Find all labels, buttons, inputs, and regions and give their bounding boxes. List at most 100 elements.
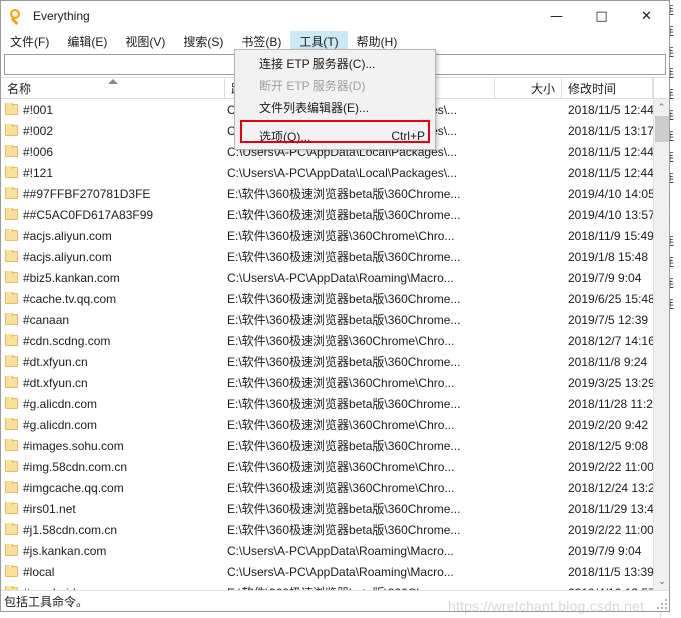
screen: #cdn.scdng.com 连连连连连连连连连CC连连连连 Everythin… <box>0 0 681 618</box>
table-row[interactable]: ##C5AC0FD617A83F99 E:\软件\360极速浏览器beta版\36… <box>1 204 653 225</box>
column-header-date[interactable]: 修改时间 <box>562 78 653 98</box>
table-row[interactable]: #dt.xfyun.cn E:\软件\360极速浏览器\360Chrome\Chr… <box>1 372 653 393</box>
maximize-button[interactable]: □ <box>579 1 624 31</box>
table-row[interactable]: #j1.58cdn.com.cn E:\软件\360极速浏览器beta版\360C… <box>1 519 653 540</box>
table-row[interactable]: #dt.xfyun.cn E:\软件\360极速浏览器beta版\360Chrom… <box>1 351 653 372</box>
file-name-label: #images.sohu.com <box>23 438 124 453</box>
cell-date: 2018/11/29 13:42 <box>568 501 653 516</box>
resize-grip[interactable] <box>657 599 667 609</box>
table-row[interactable]: #img.58cdn.com.cn E:\软件\360极速浏览器\360Chrom… <box>1 456 653 477</box>
menu-disconnect-etp-server-label: 断开 ETP 服务器(D) <box>259 78 366 93</box>
scroll-up-icon[interactable]: ⌃ <box>654 99 670 116</box>
cell-date: 2019/2/22 11:00 <box>568 522 653 537</box>
column-header-size[interactable]: 大小 <box>495 78 562 98</box>
cell-date: 2018/11/5 12:44 <box>568 144 653 159</box>
cell-path: E:\软件\360极速浏览器\360Chrome\Chro... <box>227 460 455 474</box>
table-row[interactable]: ##97FFBF270781D3FE E:\软件\360极速浏览器beta版\36… <box>1 183 653 204</box>
folder-icon <box>5 333 18 346</box>
file-name-label: #acjs.aliyun.com <box>23 228 112 243</box>
cell-path: C:\Users\A-PC\AppData\Roaming\Macro... <box>227 543 454 558</box>
file-name-label: #dt.xfyun.cn <box>23 354 88 369</box>
menu-connect-etp-server[interactable]: 连接 ETP 服务器(C)... <box>235 52 435 74</box>
cell-path: E:\软件\360极速浏览器beta版\360Chrome... <box>227 397 461 411</box>
table-row[interactable]: #!121 C:\Users\A-PC\AppData\Local\Package… <box>1 162 653 183</box>
cell-name: #!006 <box>1 144 225 159</box>
folder-icon <box>5 102 18 115</box>
cell-date: 2018/11/28 11:21 <box>568 396 653 411</box>
title-bar: Everything — □ ✕ <box>1 1 669 31</box>
cell-path: C:\Users\A-PC\AppData\Roaming\Macro... <box>227 564 454 579</box>
table-row[interactable]: #imgcache.qq.com E:\软件\360极速浏览器\360Chrome… <box>1 477 653 498</box>
cell-name: #j1.58cdn.com.cn <box>1 522 225 537</box>
tools-dropdown-menu[interactable]: 连接 ETP 服务器(C)... 断开 ETP 服务器(D) 文件列表编辑器(E).… <box>234 49 436 150</box>
table-row[interactable]: #g.alicdn.com E:\软件\360极速浏览器\360Chrome\Ch… <box>1 414 653 435</box>
file-name-label: #g.alicdn.com <box>23 417 98 432</box>
menu-connect-etp-server-label: 连接 ETP 服务器(C)... <box>259 56 376 71</box>
cell-date: 2018/12/7 14:16 <box>568 333 653 348</box>
file-name-label: #canaan <box>23 312 70 327</box>
table-row[interactable]: #cdn.scdng.com E:\软件\360极速浏览器\360Chrome\C… <box>1 330 653 351</box>
table-row[interactable]: #pan.baidu.comE:\软件\360极速浏览器beta版\360Chr… <box>1 582 653 590</box>
file-name-label: #biz5.kankan.com <box>23 270 120 285</box>
table-row[interactable]: #js.kankan.com C:\Users\A-PC\AppData\Roam… <box>1 540 653 561</box>
cell-date: 2018/11/9 15:49 <box>568 228 653 243</box>
menu-search[interactable]: 搜索(S) <box>174 31 232 52</box>
cell-path: E:\软件\360极速浏览器\360Chrome\Chro... <box>227 229 455 243</box>
table-row[interactable]: #biz5.kankan.com C:\Users\A-PC\AppData\Ro… <box>1 267 653 288</box>
table-row[interactable]: #canaan E:\软件\360极速浏览器beta版\360Chrome... 2… <box>1 309 653 330</box>
file-list: #!001 C:\Users\A-PC\AppData\Local\Package… <box>1 99 669 590</box>
magnifier-icon <box>10 8 26 25</box>
folder-icon <box>5 438 18 451</box>
cell-name: #irs01.net <box>1 501 225 516</box>
menu-edit[interactable]: 编辑(E) <box>58 31 116 52</box>
sort-ascending-icon <box>107 79 118 84</box>
menu-options[interactable]: 选项(O)... Ctrl+P <box>235 125 435 147</box>
table-row[interactable]: #images.sohu.com E:\软件\360极速浏览器beta版\360C… <box>1 435 653 456</box>
cell-name: #acjs.aliyun.com <box>1 249 225 264</box>
cell-date: 2018/11/5 13:39 <box>568 564 653 579</box>
menu-disconnect-etp-server: 断开 ETP 服务器(D) <box>235 74 435 96</box>
vertical-scrollbar[interactable]: ⌃ ⌄ <box>653 99 669 590</box>
minimize-button[interactable]: — <box>534 1 579 31</box>
status-text: 包括工具命令。 <box>4 594 89 609</box>
cell-name: #biz5.kankan.com <box>1 270 225 285</box>
menu-file-list-editor[interactable]: 文件列表编辑器(E)... <box>235 96 435 118</box>
folder-icon <box>5 249 18 262</box>
folder-icon <box>5 501 18 514</box>
file-name-label: #imgcache.qq.com <box>23 480 124 495</box>
menu-separator <box>237 121 433 122</box>
scrollbar-thumb[interactable] <box>655 116 669 142</box>
cell-name: #g.alicdn.com <box>1 417 225 432</box>
table-row[interactable]: #acjs.aliyun.com E:\软件\360极速浏览器beta版\360C… <box>1 246 653 267</box>
cell-path: E:\软件\360极速浏览器beta版\360Chrome... <box>227 523 461 537</box>
table-row[interactable]: #cache.tv.qq.com E:\软件\360极速浏览器beta版\360C… <box>1 288 653 309</box>
folder-icon <box>5 291 18 304</box>
table-row[interactable]: #irs01.net E:\软件\360极速浏览器beta版\360Chrome.… <box>1 498 653 519</box>
folder-icon <box>5 396 18 409</box>
menu-file[interactable]: 文件(F) <box>1 31 58 52</box>
cell-path: E:\软件\360极速浏览器\360Chrome\Chro... <box>227 481 455 495</box>
table-row[interactable]: #local C:\Users\A-PC\AppData\Roaming\Macr… <box>1 561 653 582</box>
scroll-down-icon[interactable]: ⌄ <box>654 573 669 590</box>
window-title: Everything <box>33 9 90 23</box>
cell-name: ##C5AC0FD617A83F99 <box>1 207 225 222</box>
table-row[interactable]: #g.alicdn.com E:\软件\360极速浏览器beta版\360Chro… <box>1 393 653 414</box>
cell-path: E:\软件\360极速浏览器\360Chrome\Chro... <box>227 334 455 348</box>
cell-date: 2019/2/20 9:42 <box>568 417 649 432</box>
menu-edit-label: 编辑(E) <box>67 35 108 49</box>
file-name-label: #dt.xfyun.cn <box>23 375 88 390</box>
column-header-size-label: 大小 <box>530 81 555 96</box>
cell-date: 2019/7/9 9:04 <box>568 270 642 285</box>
menu-view[interactable]: 视图(V) <box>116 31 174 52</box>
column-header-name[interactable]: 名称 <box>1 78 225 98</box>
cell-date: 2019/7/9 9:04 <box>568 543 642 558</box>
file-name-label: #js.kankan.com <box>23 543 107 558</box>
table-row[interactable]: #acjs.aliyun.com E:\软件\360极速浏览器\360Chrome… <box>1 225 653 246</box>
column-header-date-label: 修改时间 <box>568 81 617 96</box>
cell-date: 2018/11/8 9:24 <box>568 354 648 369</box>
folder-icon <box>5 123 18 136</box>
menu-file-list-editor-label: 文件列表编辑器(E)... <box>259 100 369 115</box>
cell-path: E:\软件\360极速浏览器beta版\360Chrome... <box>227 313 461 327</box>
menu-options-label: 选项(O)... <box>259 129 311 144</box>
close-button[interactable]: ✕ <box>624 1 669 31</box>
